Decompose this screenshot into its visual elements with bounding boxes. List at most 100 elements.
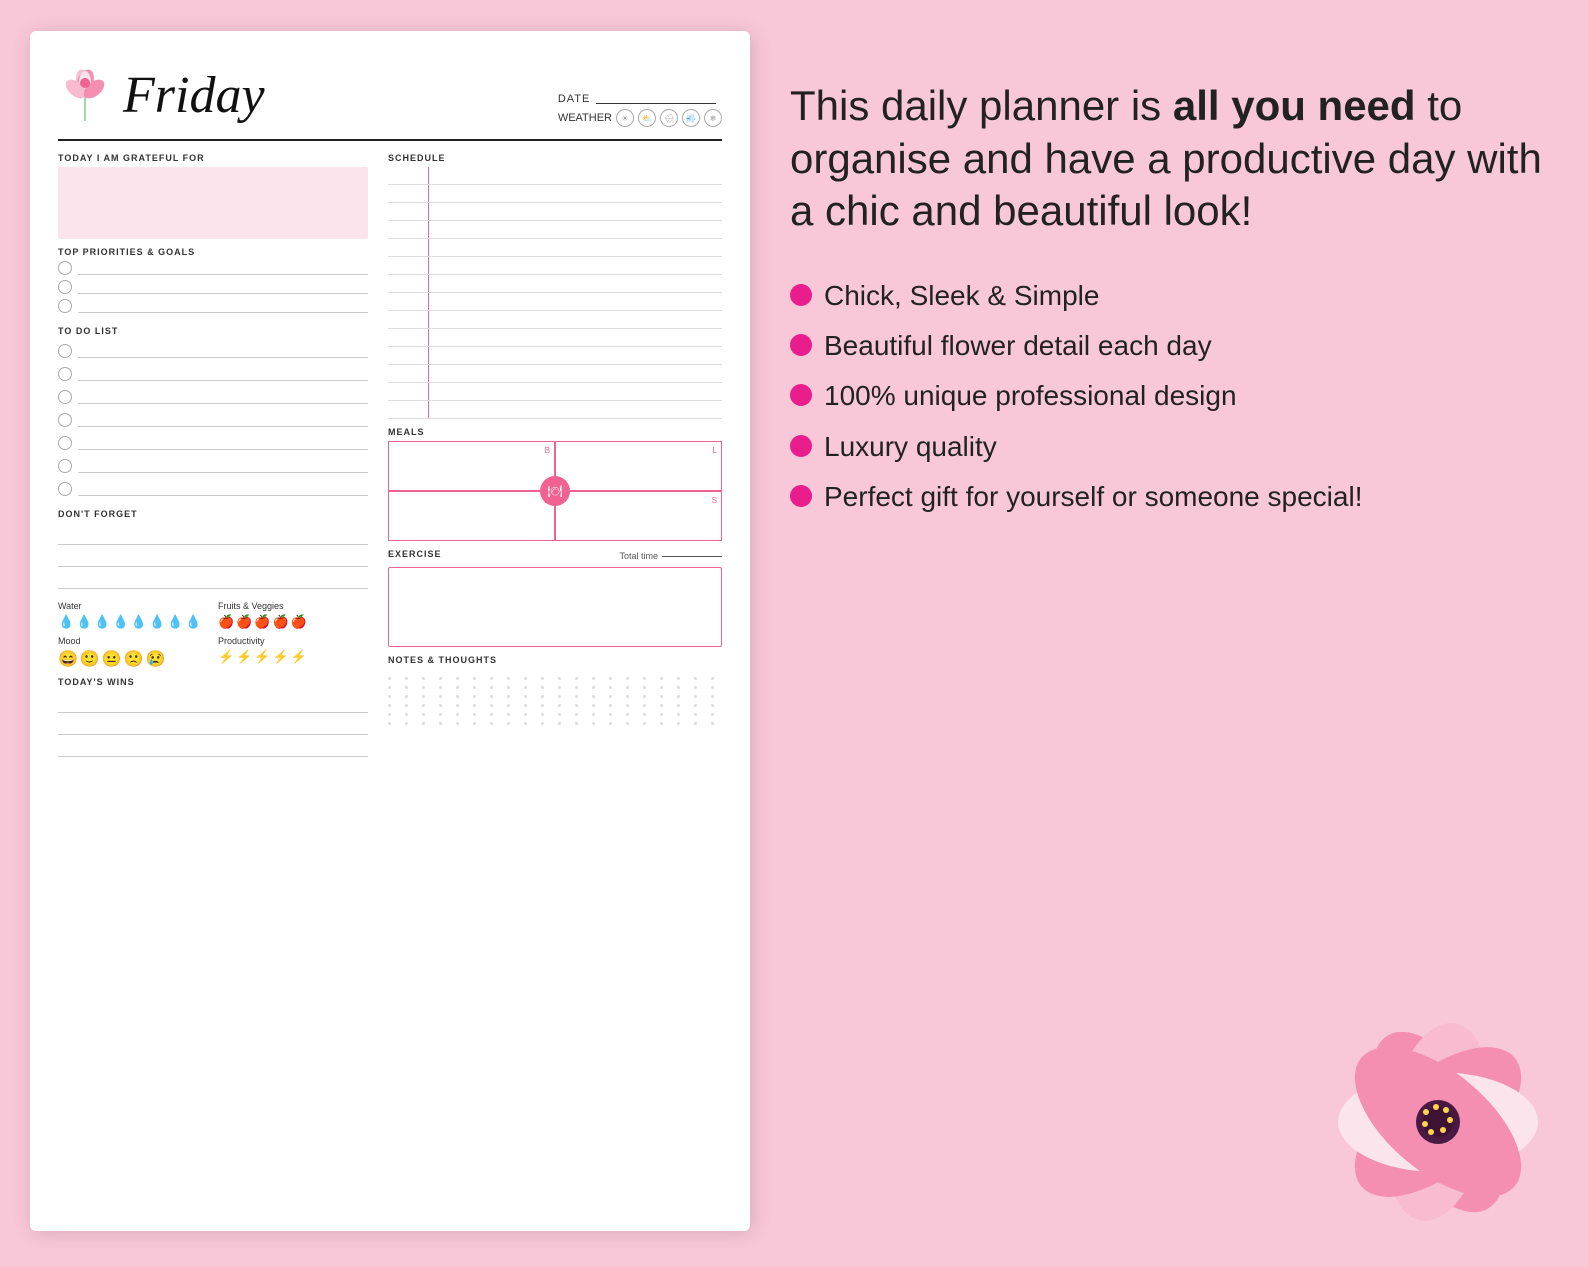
- todo-field[interactable]: [78, 459, 368, 473]
- todo-field[interactable]: [78, 436, 368, 450]
- schedule-line[interactable]: [428, 293, 722, 310]
- fruits-label: Fruits & Veggies: [218, 601, 368, 611]
- schedule-line[interactable]: [428, 203, 722, 220]
- dont-forget-line[interactable]: [58, 553, 368, 567]
- right-column: SCHEDULE: [388, 153, 722, 1211]
- prod-1[interactable]: ⚡: [218, 649, 234, 665]
- dinner-cell[interactable]: D: [388, 491, 555, 541]
- todo-field[interactable]: [78, 344, 368, 358]
- mood-5[interactable]: 😢: [146, 649, 166, 669]
- water-drop-6[interactable]: 💧: [149, 614, 165, 630]
- mood-3[interactable]: 😐: [102, 649, 122, 669]
- schedule-line[interactable]: [428, 167, 722, 184]
- dot: [507, 704, 510, 707]
- dot: [422, 722, 425, 725]
- dot: [711, 704, 714, 707]
- priorities-section: TOP PRIORITIES & GOALS: [58, 247, 368, 318]
- dot: [694, 677, 697, 680]
- time-cell: [388, 383, 428, 400]
- mood-2[interactable]: 🙂: [80, 649, 100, 669]
- prod-4[interactable]: ⚡: [273, 649, 289, 665]
- main-container: Friday DATE WEATHER ☀ ⛅ 🌧 💨 ❄: [0, 0, 1588, 1262]
- exercise-box[interactable]: [388, 567, 722, 647]
- dot: [660, 722, 663, 725]
- fruit-5[interactable]: 🍎: [291, 614, 307, 630]
- fruit-2[interactable]: 🍎: [236, 614, 252, 630]
- dot: [626, 677, 629, 680]
- water-drop-4[interactable]: 💧: [113, 614, 129, 630]
- prod-3[interactable]: ⚡: [254, 649, 270, 665]
- schedule-line[interactable]: [428, 365, 722, 382]
- time-cell: [388, 203, 428, 220]
- priority-field-2[interactable]: [78, 280, 368, 294]
- dot: [388, 704, 391, 707]
- schedule-line[interactable]: [428, 221, 722, 238]
- schedule-line[interactable]: [428, 329, 722, 346]
- schedule-line[interactable]: [428, 383, 722, 400]
- water-drop-2[interactable]: 💧: [76, 614, 92, 630]
- wins-line[interactable]: [58, 743, 368, 757]
- schedule-row: [388, 365, 722, 383]
- todo-field[interactable]: [78, 367, 368, 381]
- todo-field[interactable]: [78, 413, 368, 427]
- dot: [609, 686, 612, 689]
- notes-area[interactable]: [388, 669, 722, 733]
- wins-line[interactable]: [58, 699, 368, 713]
- mood-1[interactable]: 😄: [58, 649, 78, 669]
- water-drop-8[interactable]: 💧: [185, 614, 201, 630]
- schedule-line[interactable]: [428, 347, 722, 364]
- productivity-icons: ⚡ ⚡ ⚡ ⚡ ⚡: [218, 649, 368, 665]
- dot: [507, 677, 510, 680]
- bullet-item-2: Beautiful flower detail each day: [790, 328, 1548, 364]
- schedule-line[interactable]: [428, 311, 722, 328]
- priority-field-3[interactable]: [78, 299, 368, 313]
- lunch-cell[interactable]: L: [555, 441, 722, 491]
- fruit-3[interactable]: 🍎: [254, 614, 270, 630]
- prod-5[interactable]: ⚡: [291, 649, 307, 665]
- schedule-line[interactable]: [428, 275, 722, 292]
- wins-line[interactable]: [58, 721, 368, 735]
- dot: [456, 704, 459, 707]
- dot: [473, 677, 476, 680]
- schedule-row: [388, 257, 722, 275]
- todo-field[interactable]: [78, 390, 368, 404]
- lunch-label: L: [713, 446, 717, 455]
- exercise-section: EXERCISE Total time: [388, 549, 722, 647]
- todo-bullet: [58, 367, 72, 381]
- pink-dot-4: [790, 435, 812, 457]
- grateful-box[interactable]: [58, 167, 368, 239]
- fruit-1[interactable]: 🍎: [218, 614, 234, 630]
- dont-forget-line[interactable]: [58, 575, 368, 589]
- weather-rain: 🌧: [660, 109, 678, 127]
- schedule-line[interactable]: [428, 239, 722, 256]
- mood-4[interactable]: 🙁: [124, 649, 144, 669]
- todo-field[interactable]: [78, 482, 368, 496]
- total-time-label: Total time: [619, 551, 658, 561]
- dot: [677, 686, 680, 689]
- snack-cell[interactable]: S: [555, 491, 722, 541]
- schedule-line[interactable]: [428, 257, 722, 274]
- schedule-line[interactable]: [428, 185, 722, 202]
- time-cell: [388, 293, 428, 310]
- water-drop-7[interactable]: 💧: [167, 614, 183, 630]
- dot: [490, 677, 493, 680]
- dot: [677, 722, 680, 725]
- water-drop-5[interactable]: 💧: [131, 614, 147, 630]
- dot: [541, 722, 544, 725]
- dont-forget-line[interactable]: [58, 531, 368, 545]
- schedule-line[interactable]: [428, 401, 722, 418]
- breakfast-cell[interactable]: B: [388, 441, 555, 491]
- bullet-text-5: Perfect gift for yourself or someone spe…: [824, 479, 1362, 515]
- pink-dot-3: [790, 384, 812, 406]
- dot: [626, 704, 629, 707]
- dot: [575, 695, 578, 698]
- bullet-item-5: Perfect gift for yourself or someone spe…: [790, 479, 1548, 515]
- prod-2[interactable]: ⚡: [236, 649, 252, 665]
- dot: [473, 695, 476, 698]
- dot: [711, 713, 714, 716]
- exercise-label: EXERCISE: [388, 549, 442, 559]
- fruit-4[interactable]: 🍎: [273, 614, 289, 630]
- water-drop-1[interactable]: 💧: [58, 614, 74, 630]
- water-drop-3[interactable]: 💧: [94, 614, 110, 630]
- priority-field-1[interactable]: [78, 261, 368, 275]
